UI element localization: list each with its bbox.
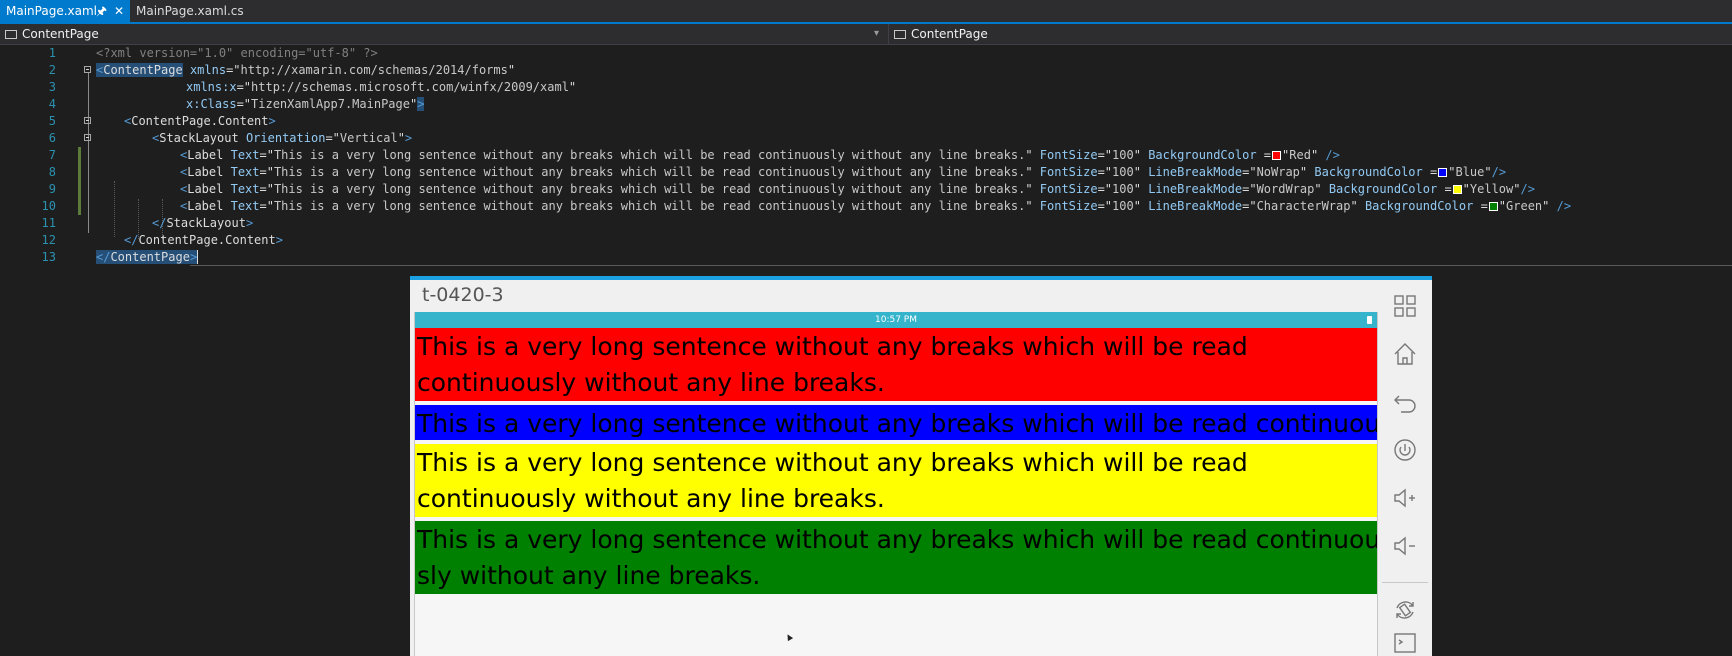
terminal-icon[interactable] [1382,630,1428,656]
code-text: <ContentPage.Content> [124,114,276,128]
code-text: </ContentPage.Content> [124,233,283,247]
tab-label: MainPage.xaml [6,4,97,18]
rotate-icon[interactable] [1382,588,1428,632]
member-dropdown-label: ContentPage [911,27,988,41]
code-line: 11 </StackLayout> [0,215,1732,232]
code-line: 8 <Label Text="This is a very long sente… [0,164,1732,181]
line-number: 6 [48,131,56,145]
code-line: 10 <Label Text="This is a very long sent… [0,198,1732,215]
code-line current-line: 13 </ContentPage> [0,249,1732,266]
color-swatch[interactable] [1438,168,1448,177]
close-icon[interactable]: ✕ [114,0,124,22]
code-line: 1 <?xml version="1.0" encoding="utf-8" ?… [0,45,1732,62]
member-dropdown[interactable]: ContentPage [888,24,1732,44]
class-icon [5,30,17,39]
color-swatch[interactable] [1452,185,1462,194]
code-text: x:Class="TizenXamlApp7.MainPage"> [186,97,425,111]
code-text: <Label Text="This is a very long sentenc… [180,199,1572,213]
tab-label: MainPage.xaml.cs [136,4,244,18]
line-number: 3 [48,80,56,94]
navigation-bar: ContentPage ▾ ContentPage [0,24,1732,45]
label-text: This is a very long sentence without any… [417,332,1248,361]
line-number: 2 [48,63,56,77]
home-icon[interactable] [1382,332,1428,376]
label-text: This is a very long sentence without any… [417,409,1377,438]
grid-icon[interactable] [1382,284,1428,328]
code-line: 12 </ContentPage.Content> [0,232,1732,249]
pin-icon[interactable]: 🖈︎ [96,0,107,22]
code-text: </ContentPage> [96,250,199,264]
fold-toggle-icon[interactable] [84,66,91,73]
volume-up-icon[interactable] [1382,476,1428,520]
code-editor[interactable]: 1 <?xml version="1.0" encoding="utf-8" ?… [0,45,1732,273]
document-tab-bar: MainPage.xaml 🖈︎ ✕ MainPage.xaml.cs [0,0,1732,24]
fold-toggle-icon[interactable] [84,134,91,141]
label-text: This is a very long sentence without any… [417,448,1248,477]
code-text: <Label Text="This is a very long sentenc… [180,148,1340,162]
label-text: sly without any line breaks. [417,561,761,590]
line-number: 11 [41,216,56,230]
line-number: 1 [48,46,56,60]
emulator-title: t-0420-3 [422,284,504,306]
fold-toggle-icon[interactable] [84,117,91,124]
line-number: 12 [41,233,56,247]
code-text: <StackLayout Orientation="Vertical"> [152,131,413,145]
power-icon[interactable] [1382,428,1428,472]
line-number: 5 [48,114,56,128]
emulator-window: t-0420-3 10:57 PM This is a very long se… [410,276,1432,656]
label-text: continuously without any line breaks. [417,484,885,513]
device-screen[interactable]: 10:57 PM This is a very long sentence wi… [414,312,1378,656]
class-icon [894,30,906,39]
line-number: 7 [48,148,56,162]
tab-mainpage-xaml[interactable]: MainPage.xaml 🖈︎ ✕ [0,0,130,22]
type-dropdown[interactable]: ContentPage ▾ [0,24,886,44]
status-time: 10:57 PM [875,315,917,325]
color-swatch[interactable] [1488,202,1498,211]
code-line: 6 <StackLayout Orientation="Vertical"> [0,130,1732,147]
type-dropdown-label: ContentPage [22,27,99,41]
code-line: 9 <Label Text="This is a very long sente… [0,181,1732,198]
code-line: 2 <ContentPage xmlns="http://xamarin.com… [0,62,1732,79]
current-line-highlight [190,265,1732,266]
text-caret [197,250,199,264]
code-line: 3 xmlns:x="http://schemas.microsoft.com/… [0,79,1732,96]
label-yellow: This is a very long sentence without any… [415,444,1377,517]
tab-mainpage-xaml-cs[interactable]: MainPage.xaml.cs [130,0,250,22]
code-text: <Label Text="This is a very long sentenc… [180,182,1535,196]
label-green: This is a very long sentence without any… [415,521,1377,594]
line-number: 4 [48,97,56,111]
color-swatch[interactable] [1272,151,1282,160]
code-text: <ContentPage xmlns="http://xamarin.com/s… [96,63,516,77]
label-blue: This is a very long sentence without any… [415,405,1377,440]
toolbar-divider [1382,582,1428,583]
line-number: 8 [48,165,56,179]
code-text: <Label Text="This is a very long sentenc… [180,165,1507,179]
volume-down-icon[interactable] [1382,524,1428,568]
status-bar: 10:57 PM [415,312,1377,328]
back-icon[interactable] [1382,380,1428,424]
code-text: xmlns:x="http://schemas.microsoft.com/wi… [186,80,577,94]
chevron-down-icon[interactable]: ▾ [874,24,879,44]
code-text: <?xml version="1.0" encoding="utf-8" ?> [96,46,378,60]
line-number: 10 [41,199,56,213]
label-text: This is a very long sentence without any… [417,525,1377,554]
code-line: 4 x:Class="TizenXamlApp7.MainPage"> [0,96,1732,113]
code-line: 5 <ContentPage.Content> [0,113,1732,130]
line-number: 9 [48,182,56,196]
code-text: </StackLayout> [152,216,254,230]
label-red: This is a very long sentence without any… [415,328,1377,401]
label-text: continuously without any line breaks. [417,368,885,397]
battery-icon [1367,316,1372,324]
line-number: 13 [41,250,56,264]
emulator-side-toolbar [1382,280,1428,656]
code-line: 7 <Label Text="This is a very long sente… [0,147,1732,164]
